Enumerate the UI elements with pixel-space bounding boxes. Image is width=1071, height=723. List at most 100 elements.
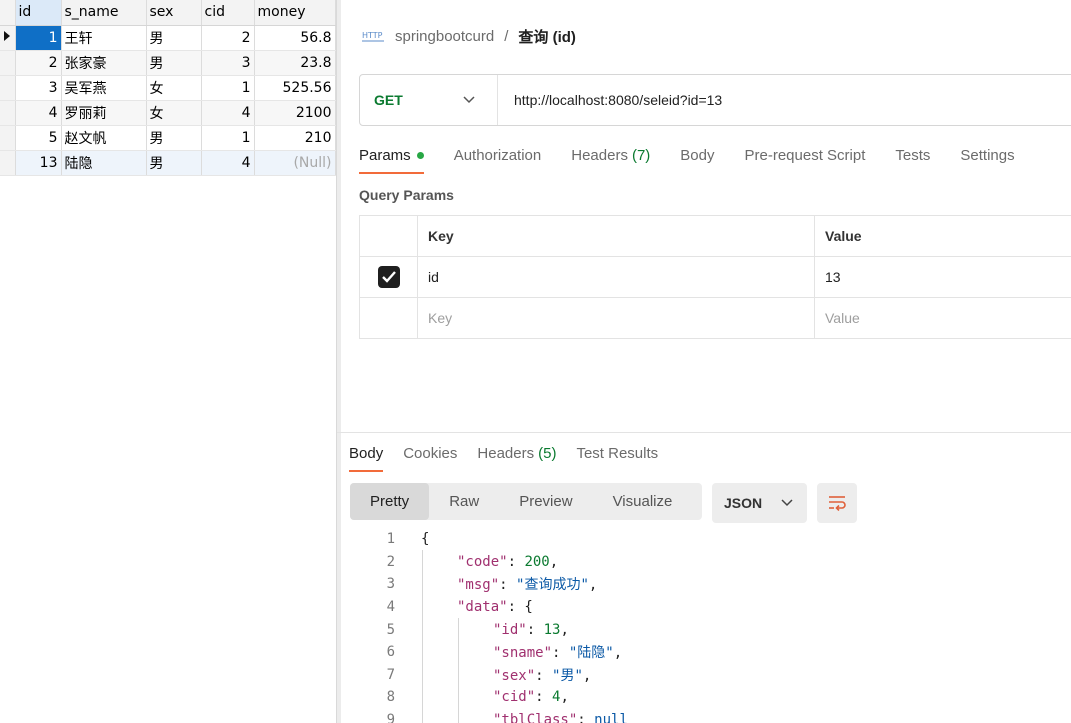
chevron-down-icon: [781, 499, 793, 507]
tab-settings[interactable]: Settings: [960, 140, 1014, 170]
code-token: :: [526, 621, 544, 638]
db-cell-money[interactable]: 2100: [254, 100, 336, 126]
db-row[interactable]: 13 陆隐男 4 (Null): [0, 150, 336, 176]
db-cell-id[interactable]: 2: [15, 50, 62, 76]
response-divider[interactable]: [337, 432, 1071, 433]
tab-headers[interactable]: Headers (7): [571, 140, 650, 170]
db-cell-id[interactable]: 4: [15, 100, 62, 126]
view-mode-pretty[interactable]: Pretty: [350, 483, 430, 520]
db-cell-cid[interactable]: 2: [201, 25, 255, 51]
code-line: 6 "sname": "陆隐",: [363, 641, 1063, 664]
db-column-header-money[interactable]: money: [254, 0, 336, 26]
db-cell-money[interactable]: 23.8: [254, 50, 336, 76]
param-value-input[interactable]: 13: [814, 256, 1071, 298]
db-cell-money[interactable]: 210: [254, 125, 336, 151]
view-mode-visualize[interactable]: Visualize: [593, 483, 693, 520]
db-header-row: id s_name sex cid money: [0, 0, 336, 26]
db-cell-cid[interactable]: 4: [201, 150, 255, 176]
db-cell-id[interactable]: 13: [15, 150, 62, 176]
wrap-lines-button[interactable]: [817, 483, 857, 523]
code-text: "id": 13,: [493, 622, 569, 638]
row-indicator: [0, 125, 16, 151]
tab-pre-request-script[interactable]: Pre-request Script: [745, 140, 866, 170]
db-cell-sex[interactable]: 男: [146, 125, 202, 151]
response-body-code[interactable]: 1{2 "code": 200, 3 "msg": "查询成功", 4 "data": {…: [363, 528, 1063, 723]
url-input[interactable]: http://localhost:8080/seleid?id=13: [498, 92, 722, 108]
tab-label: Test Results: [576, 444, 659, 462]
query-params-header-row: Key Value: [359, 215, 1071, 257]
code-line: 1{: [363, 528, 1063, 551]
db-row[interactable]: 5 赵文帆男 1 210: [0, 125, 336, 151]
db-cell-money[interactable]: 56.8: [254, 25, 336, 51]
wrap-lines-icon: [829, 496, 846, 511]
code-line: 5 "id": 13,: [363, 618, 1063, 641]
response-tab-test-results[interactable]: Test Results: [576, 438, 658, 468]
new-param-value-input[interactable]: Value: [814, 297, 1071, 339]
indent-guide: [422, 550, 423, 723]
tab-authorization[interactable]: Authorization: [454, 140, 542, 170]
db-cell-sex[interactable]: 男: [146, 50, 202, 76]
format-select[interactable]: JSON: [712, 483, 807, 523]
db-cell-cid[interactable]: 1: [201, 75, 255, 101]
indent-guide: [458, 618, 459, 723]
db-cell-money[interactable]: 525.56: [254, 75, 336, 101]
db-cell-id[interactable]: 5: [15, 125, 62, 151]
code-token: "陆隐": [568, 645, 614, 662]
code-text: {: [421, 531, 429, 547]
db-cell-money[interactable]: (Null): [254, 150, 336, 176]
db-column-header-s-name[interactable]: s_name: [61, 0, 147, 26]
db-column-header-cid[interactable]: cid: [201, 0, 255, 26]
db-cell-s-name[interactable]: 赵文帆: [61, 125, 147, 151]
db-cell-id[interactable]: 3: [15, 75, 62, 101]
code-line: 8 "cid": 4,: [363, 686, 1063, 709]
param-checkbox-cell: [359, 256, 418, 298]
chevron-down-icon: [463, 96, 475, 104]
db-column-header-id[interactable]: id: [15, 0, 62, 26]
db-column-header-sex[interactable]: sex: [146, 0, 202, 26]
tab-tests[interactable]: Tests: [895, 140, 930, 170]
db-cell-cid[interactable]: 4: [201, 100, 255, 126]
breadcrumb-collection[interactable]: springbootcurd: [395, 28, 494, 45]
db-cell-s-name[interactable]: 王轩: [61, 25, 147, 51]
line-number: 1: [386, 531, 395, 548]
breadcrumb-separator: /: [504, 27, 509, 45]
key-column-header: Key: [417, 215, 815, 257]
tab-body[interactable]: Body: [680, 140, 714, 170]
db-cell-sex[interactable]: 女: [146, 75, 202, 101]
tab-params[interactable]: Params: [359, 140, 424, 174]
db-cell-sex[interactable]: 男: [146, 150, 202, 176]
db-cell-sex[interactable]: 男: [146, 25, 202, 51]
query-params-table: Key Value id 13 Key Value: [359, 215, 1071, 339]
method-select[interactable]: GET: [360, 75, 498, 125]
code-text: "sex": "男",: [493, 665, 591, 685]
response-tab-headers[interactable]: Headers (5): [477, 438, 556, 468]
code-line: 9 "tblClass": null: [363, 709, 1063, 723]
db-row[interactable]: 3 吴军燕女 1 525.56: [0, 75, 336, 101]
response-tab-body[interactable]: Body: [349, 438, 384, 472]
db-result-table: id s_name sex cid money 1 王轩男 2 56.8 2 张家豪男 3 2…: [0, 0, 336, 176]
code-line: 7 "sex": "男",: [363, 664, 1063, 687]
db-cell-s-name[interactable]: 罗丽莉: [61, 100, 147, 126]
db-row[interactable]: 2 张家豪男 3 23.8: [0, 50, 336, 76]
breadcrumb-request-name[interactable]: 查询 (id): [518, 26, 576, 47]
param-enabled-checkbox[interactable]: [377, 266, 400, 288]
db-row[interactable]: 1 王轩男 2 56.8: [0, 25, 336, 51]
db-cell-sex[interactable]: 女: [146, 100, 202, 126]
db-cell-cid[interactable]: 1: [201, 125, 255, 151]
response-tab-cookies[interactable]: Cookies: [403, 438, 457, 468]
query-param-row: id 13: [359, 256, 1071, 298]
code-line: 2 "code": 200,: [363, 551, 1063, 574]
db-cell-cid[interactable]: 3: [201, 50, 255, 76]
db-cell-s-name[interactable]: 张家豪: [61, 50, 147, 76]
db-row[interactable]: 4 罗丽莉女 4 2100: [0, 100, 336, 126]
new-param-key-input[interactable]: Key: [417, 297, 815, 339]
line-number: 8: [386, 689, 395, 706]
param-key-input[interactable]: id: [417, 256, 815, 298]
tab-count-badge: (7): [631, 146, 651, 164]
db-cell-s-name[interactable]: 吴军燕: [61, 75, 147, 101]
db-cell-id[interactable]: 1: [15, 25, 62, 51]
code-token: ,: [549, 553, 559, 570]
view-mode-raw[interactable]: Raw: [429, 483, 499, 520]
db-cell-s-name[interactable]: 陆隐: [61, 150, 147, 176]
view-mode-preview[interactable]: Preview: [499, 483, 592, 520]
